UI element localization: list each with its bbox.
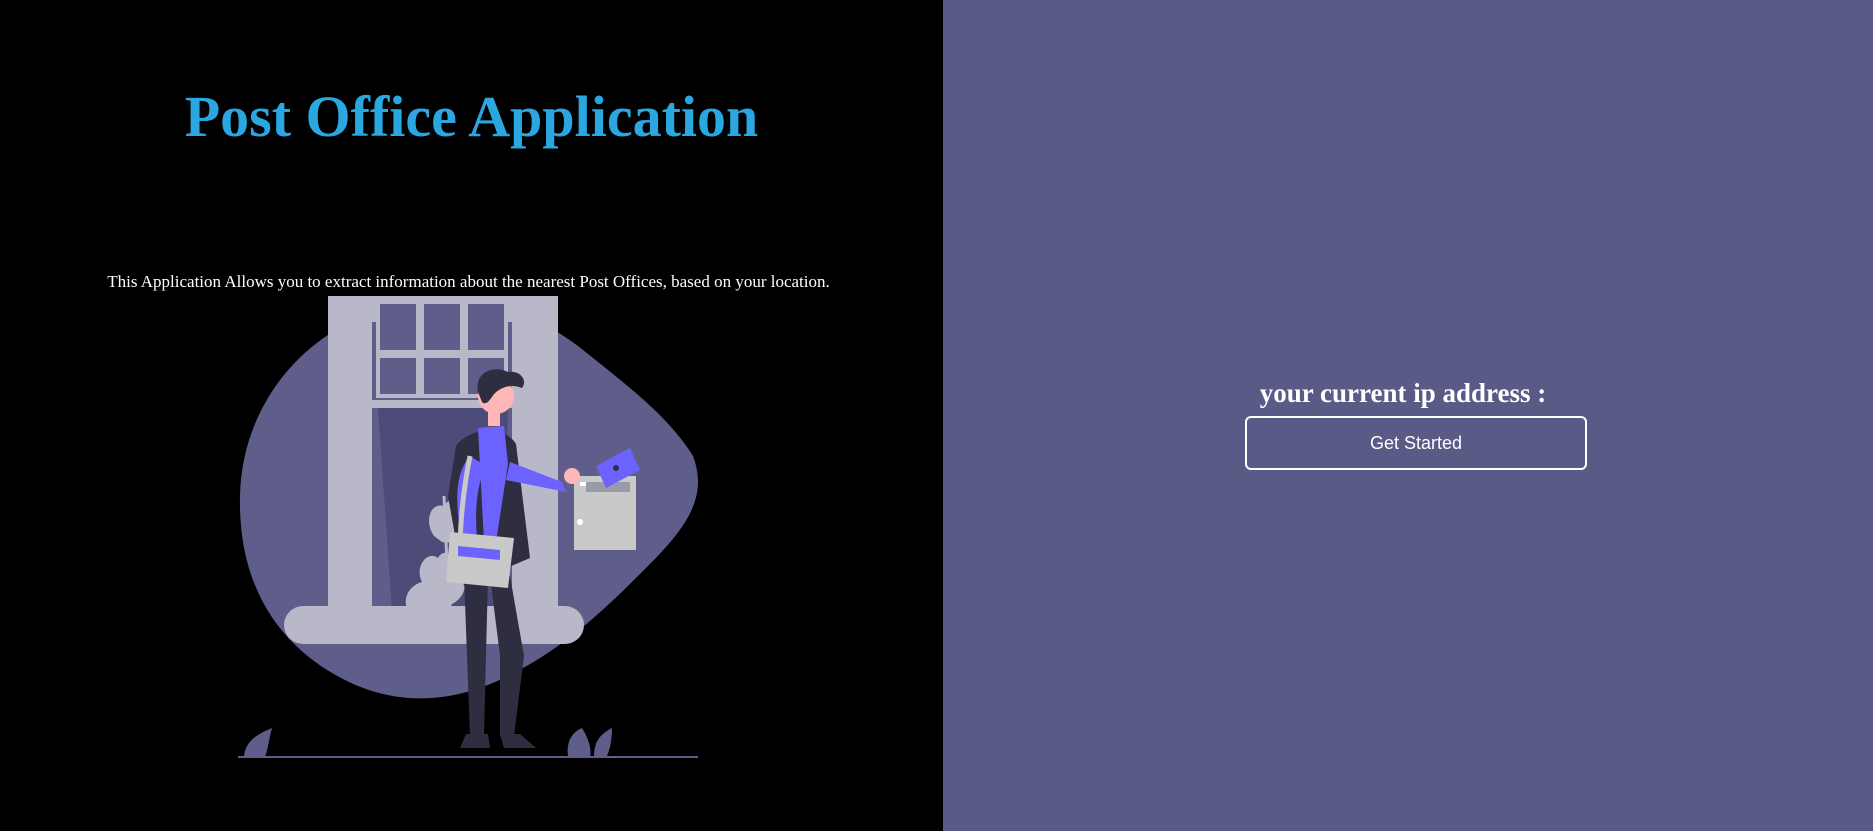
page: Post Office Application This Application… — [0, 0, 1873, 831]
app-description: This Application Allows you to extract i… — [107, 272, 830, 291]
left-panel: Post Office Application This Application… — [0, 0, 943, 831]
ip-address-label: your current ip address : — [1259, 378, 1547, 408]
get-started-button[interactable]: Get Started — [1245, 416, 1587, 470]
right-panel: your current ip address : Get Started — [943, 0, 1873, 831]
person-mailbox-illustration-icon — [238, 296, 698, 758]
page-title: Post Office Application — [184, 84, 759, 149]
